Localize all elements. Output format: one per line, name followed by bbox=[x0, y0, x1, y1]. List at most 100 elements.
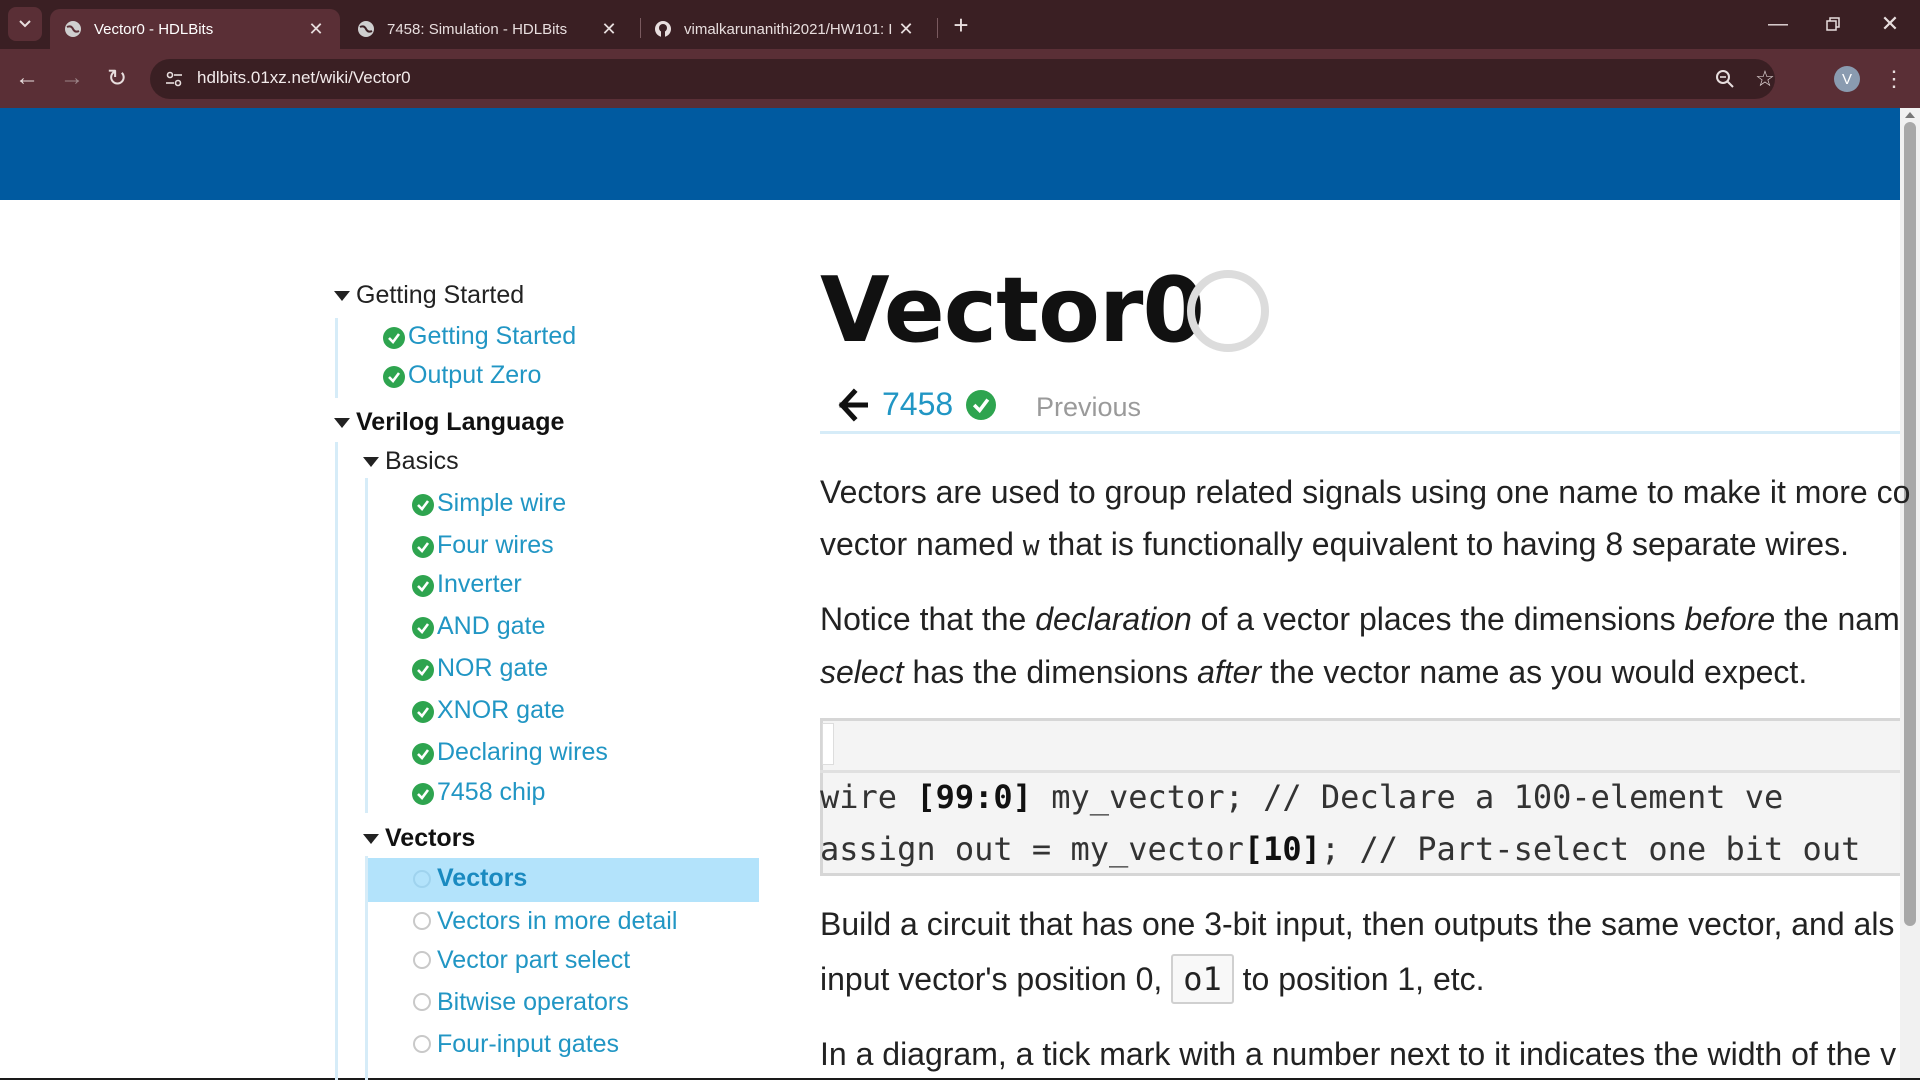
site-info-button[interactable] bbox=[156, 61, 192, 97]
tune-icon bbox=[166, 71, 182, 87]
close-icon[interactable]: ✕ bbox=[306, 19, 326, 40]
minimize-button[interactable]: — bbox=[1760, 6, 1796, 42]
nav-item-getting-started[interactable]: Getting Started bbox=[408, 322, 576, 351]
forward-button[interactable]: → bbox=[54, 60, 90, 96]
tab-7458-simulation[interactable]: 7458: Simulation - HDLBits ✕ bbox=[343, 9, 633, 49]
unsolved-circle-icon bbox=[413, 993, 431, 1011]
check-icon bbox=[412, 536, 434, 558]
tab-title: vimalkarunanithi2021/HW101: I bbox=[684, 20, 893, 38]
reload-button[interactable]: ↻ bbox=[99, 60, 135, 96]
nav-underline bbox=[820, 431, 1900, 434]
tab-title: 7458: Simulation - HDLBits bbox=[387, 20, 568, 38]
nav-tree-line bbox=[365, 478, 368, 813]
nav-item-four-input-gates[interactable]: Four-input gates bbox=[437, 1030, 619, 1059]
emphasis: select bbox=[820, 654, 904, 690]
code-token: ; // Part-select one bit out bbox=[1320, 830, 1861, 868]
nav-section-verilog-language[interactable]: Verilog Language bbox=[356, 408, 564, 437]
minimize-icon: — bbox=[1768, 12, 1788, 35]
new-tab-button[interactable]: + bbox=[943, 7, 979, 43]
nav-item-bitwise-operators[interactable]: Bitwise operators bbox=[437, 988, 629, 1017]
nav-item-vectors-current[interactable]: Vectors bbox=[437, 864, 527, 893]
back-button[interactable]: ← bbox=[9, 60, 45, 96]
paragraph-line: vector named w that is functionally equi… bbox=[820, 526, 1849, 563]
restore-icon bbox=[1826, 17, 1840, 31]
collapse-triangle-icon[interactable] bbox=[363, 457, 379, 467]
globe-icon bbox=[64, 20, 82, 38]
previous-label[interactable]: Previous bbox=[1036, 392, 1141, 423]
code-token: assign out = my_vector bbox=[820, 830, 1244, 868]
browser-menu-button[interactable]: ⋮ bbox=[1876, 61, 1912, 97]
tab-title: Vector0 - HDLBits bbox=[94, 20, 214, 38]
nav-item-nor-gate[interactable]: NOR gate bbox=[437, 654, 548, 683]
nav-item-vectors-in-more-detail[interactable]: Vectors in more detail bbox=[437, 907, 677, 936]
text-run: that is functionally equivalent to havin… bbox=[1039, 526, 1849, 562]
nav-item-7458-chip[interactable]: 7458 chip bbox=[437, 778, 545, 807]
github-icon bbox=[654, 20, 672, 38]
nav-tree-line bbox=[335, 442, 338, 1080]
text-run: vector named bbox=[820, 526, 1023, 562]
address-bar[interactable]: hdlbits.01xz.net/wiki/Vector0 ☆ bbox=[150, 59, 1775, 99]
status-circle-icon bbox=[1187, 270, 1269, 352]
text-run: input vector's position 0, bbox=[820, 961, 1172, 997]
arrow-left-icon[interactable] bbox=[838, 388, 868, 422]
text-run: has the dimensions bbox=[903, 654, 1198, 690]
window-close-button[interactable]: ✕ bbox=[1872, 6, 1908, 42]
avatar-initial: V bbox=[1841, 70, 1852, 88]
restore-button[interactable] bbox=[1815, 6, 1851, 42]
paragraph-line: input vector's position 0, o1 to positio… bbox=[820, 954, 1485, 1004]
emphasis: before bbox=[1684, 601, 1776, 637]
url-text[interactable]: hdlbits.01xz.net/wiki/Vector0 bbox=[197, 68, 411, 88]
prev-problem-link[interactable]: 7458 bbox=[882, 386, 953, 423]
plus-icon: + bbox=[953, 9, 969, 40]
tab-github[interactable]: vimalkarunanithi2021/HW101: I ✕ bbox=[640, 9, 930, 49]
profile-avatar[interactable]: V bbox=[1834, 66, 1860, 92]
inline-code: o1 bbox=[1171, 954, 1234, 1004]
nav-item-four-wires[interactable]: Four wires bbox=[437, 531, 554, 560]
nav-section-vectors[interactable]: Vectors bbox=[385, 824, 475, 853]
tab-vector0[interactable]: Vector0 - HDLBits ✕ bbox=[50, 9, 340, 49]
scrollbar-thumb[interactable] bbox=[1904, 122, 1916, 926]
collapse-triangle-icon[interactable] bbox=[363, 834, 379, 844]
text-run: Notice that the bbox=[820, 601, 1036, 637]
check-icon bbox=[412, 575, 434, 597]
emphasis: after bbox=[1197, 654, 1262, 690]
nav-tree-line bbox=[335, 318, 338, 398]
zoom-icon bbox=[1716, 70, 1734, 88]
text-run: the vector name as you would expect. bbox=[1261, 654, 1808, 690]
nav-section-basics[interactable]: Basics bbox=[385, 447, 459, 476]
close-icon: ✕ bbox=[1880, 11, 1900, 36]
text-run: the nam bbox=[1775, 601, 1900, 637]
code-line-divider bbox=[820, 770, 1900, 773]
unsolved-circle-icon bbox=[413, 912, 431, 930]
collapse-triangle-icon[interactable] bbox=[334, 418, 350, 428]
more-vert-icon: ⋮ bbox=[1883, 66, 1905, 91]
nav-item-vector-part-select[interactable]: Vector part select bbox=[437, 946, 630, 975]
star-icon: ☆ bbox=[1755, 66, 1775, 91]
code-token: [10] bbox=[1243, 830, 1321, 868]
nav-item-and-gate[interactable]: AND gate bbox=[437, 612, 545, 641]
bookmark-button[interactable]: ☆ bbox=[1747, 61, 1783, 97]
nav-section-getting-started[interactable]: Getting Started bbox=[356, 281, 524, 310]
tab-strip: Vector0 - HDLBits ✕ 7458: Simulation - H… bbox=[0, 0, 1920, 49]
nav-item-output-zero[interactable]: Output Zero bbox=[408, 361, 541, 390]
tab-search-button[interactable] bbox=[8, 7, 42, 41]
site-header bbox=[0, 108, 1900, 200]
nav-item-declaring-wires[interactable]: Declaring wires bbox=[437, 738, 608, 767]
check-icon bbox=[412, 494, 434, 516]
scroll-up-arrow-icon[interactable] bbox=[1905, 112, 1915, 118]
nav-item-xnor-gate[interactable]: XNOR gate bbox=[437, 696, 565, 725]
chevron-down-icon bbox=[19, 20, 31, 28]
text-run: to position 1, etc. bbox=[1233, 961, 1485, 997]
inline-code: w bbox=[1022, 529, 1040, 562]
paragraph-line: select has the dimensions after the vect… bbox=[820, 654, 1807, 691]
paragraph-line: In a diagram, a tick mark with a number … bbox=[820, 1036, 1897, 1072]
close-icon[interactable]: ✕ bbox=[599, 19, 619, 40]
collapse-triangle-icon[interactable] bbox=[334, 291, 350, 301]
zoom-button[interactable] bbox=[1707, 61, 1743, 97]
check-icon bbox=[412, 617, 434, 639]
code-block-gutter bbox=[822, 723, 834, 765]
nav-item-inverter[interactable]: Inverter bbox=[437, 570, 522, 599]
close-icon[interactable]: ✕ bbox=[896, 19, 916, 40]
nav-item-simple-wire[interactable]: Simple wire bbox=[437, 489, 566, 518]
unsolved-circle-icon bbox=[413, 870, 431, 888]
